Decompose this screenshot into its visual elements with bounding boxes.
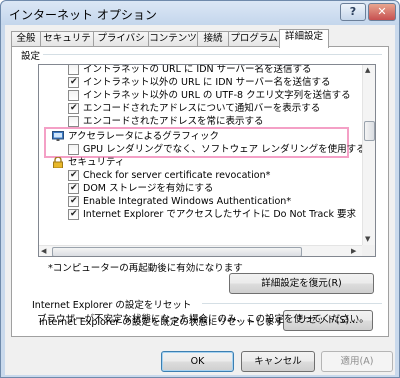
checkbox[interactable] <box>68 144 79 155</box>
apply-button[interactable]: 適用(A) <box>321 351 393 372</box>
checkbox[interactable] <box>68 65 79 75</box>
settings-listbox[interactable]: イントラネットの URL に IDN サーバー名を送信する イントラネット以外の… <box>38 64 376 257</box>
tab-advanced[interactable]: 詳細設定 <box>279 29 329 48</box>
setting-dom-storage[interactable]: DOM ストレージを有効にする <box>39 182 357 195</box>
setting-idn-non-intranet[interactable]: イントラネット以外の URL に IDN サーバー名を送信する <box>39 76 357 89</box>
setting-label: エンコードされたアドレスについて通知バーを表示する <box>83 103 321 114</box>
setting-label: GPU レンダリングでなく、ソフトウェア レンダリングを使用する* <box>83 144 371 155</box>
tab-privacy[interactable]: プライバシー <box>93 31 149 58</box>
checkbox[interactable] <box>68 76 79 89</box>
window-title: インターネット オプション <box>9 8 157 22</box>
dialog-body: 全般 セキュリティ プライバシー コンテンツ 接続 プログラム 詳細設定 設定 … <box>5 25 395 375</box>
setting-software-rendering[interactable]: GPU レンダリングでなく、ソフトウェア レンダリングを使用する* <box>39 143 370 156</box>
setting-label: Check for server certificate revocation* <box>83 170 271 181</box>
vertical-scrollbar[interactable]: ▲ ▼ <box>362 65 375 245</box>
scroll-up-arrow[interactable]: ▲ <box>365 66 370 74</box>
setting-cert-revocation[interactable]: Check for server certificate revocation* <box>39 169 357 182</box>
tab-programs[interactable]: プログラム <box>228 31 280 47</box>
setting-label: DOM ストレージを有効にする <box>83 183 214 194</box>
setting-label: Enable Integrated Windows Authentication… <box>83 196 292 207</box>
category-label: セキュリティ <box>68 157 125 168</box>
settings-section-label: 設定 <box>21 48 44 62</box>
close-button[interactable]: ✕ <box>368 3 396 21</box>
category-accelerated-graphics: アクセラレータによるグラフィック <box>39 130 357 143</box>
restart-note: *コンピューターの再起動後に有効になります <box>48 263 243 274</box>
restore-advanced-button[interactable]: 詳細設定を復元(R) <box>229 273 374 294</box>
checkbox[interactable] <box>68 182 79 195</box>
tab-content[interactable]: コンテンツ <box>148 31 198 47</box>
scroll-corner <box>362 245 375 256</box>
tab-security[interactable]: セキュリティ <box>40 31 94 58</box>
reset-section-label: Internet Explorer の設定をリセット <box>32 297 195 311</box>
category-label: アクセラレータによるグラフィック <box>68 131 220 142</box>
cancel-button[interactable]: キャンセル <box>241 351 315 372</box>
monitor-icon <box>52 131 64 141</box>
setting-label: イントラネット以外の URL に IDN サーバー名を送信する <box>83 77 331 88</box>
help-button[interactable]: ? <box>340 3 366 21</box>
reset-hint: ブラウザーが不安定な状態になった場合にのみ、この設定を使ってください。 <box>37 314 369 325</box>
setting-encoded-address-notify[interactable]: エンコードされたアドレスについて通知バーを表示する <box>39 102 357 115</box>
tab-connections[interactable]: 接続 <box>197 31 229 47</box>
settings-divider <box>42 54 382 55</box>
checkbox[interactable] <box>68 169 79 182</box>
checkbox[interactable] <box>68 195 79 208</box>
setting-label: イントラネットの URL に IDN サーバー名を送信する <box>83 64 312 75</box>
scroll-left-arrow[interactable]: ◀ <box>41 247 46 255</box>
advanced-tab-panel: 設定 イントラネットの URL に IDN サーバー名を送信する イントラネット… <box>11 46 389 337</box>
setting-integrated-windows-auth[interactable]: Enable Integrated Windows Authentication… <box>39 195 357 208</box>
scroll-right-arrow[interactable]: ▶ <box>351 247 356 255</box>
horizontal-scroll-thumb[interactable] <box>52 247 302 256</box>
reset-divider <box>202 303 382 304</box>
title-bar[interactable]: インターネット オプション ? ✕ <box>1 1 399 25</box>
setting-label: Internet Explorer でアクセスしたサイトに Do Not Tra… <box>83 209 357 220</box>
ok-button[interactable]: OK <box>161 351 234 372</box>
tab-general[interactable]: 全般 <box>11 31 41 47</box>
setting-label: イントラネット以外の URL の UTF-8 クエリ文字列を送信する <box>83 90 351 101</box>
setting-do-not-track[interactable]: Internet Explorer でアクセスしたサイトに Do Not Tra… <box>39 208 357 221</box>
scroll-down-arrow[interactable]: ▼ <box>365 235 370 243</box>
checkbox[interactable] <box>68 102 79 115</box>
internet-options-window: インターネット オプション ? ✕ 全般 セキュリティ プライバシー コンテンツ… <box>0 0 400 378</box>
checkbox[interactable] <box>68 116 79 127</box>
setting-utf8-query[interactable]: イントラネット以外の URL の UTF-8 クエリ文字列を送信する <box>39 89 357 102</box>
checkbox[interactable] <box>68 90 79 101</box>
setting-idn-intranet[interactable]: イントラネットの URL に IDN サーバー名を送信する <box>39 64 357 76</box>
checkbox[interactable] <box>68 208 79 221</box>
vertical-scroll-thumb[interactable] <box>364 121 375 141</box>
horizontal-scrollbar[interactable]: ◀ ▶ <box>39 245 362 256</box>
padlock-icon <box>53 157 63 168</box>
category-security: セキュリティ <box>39 156 357 169</box>
